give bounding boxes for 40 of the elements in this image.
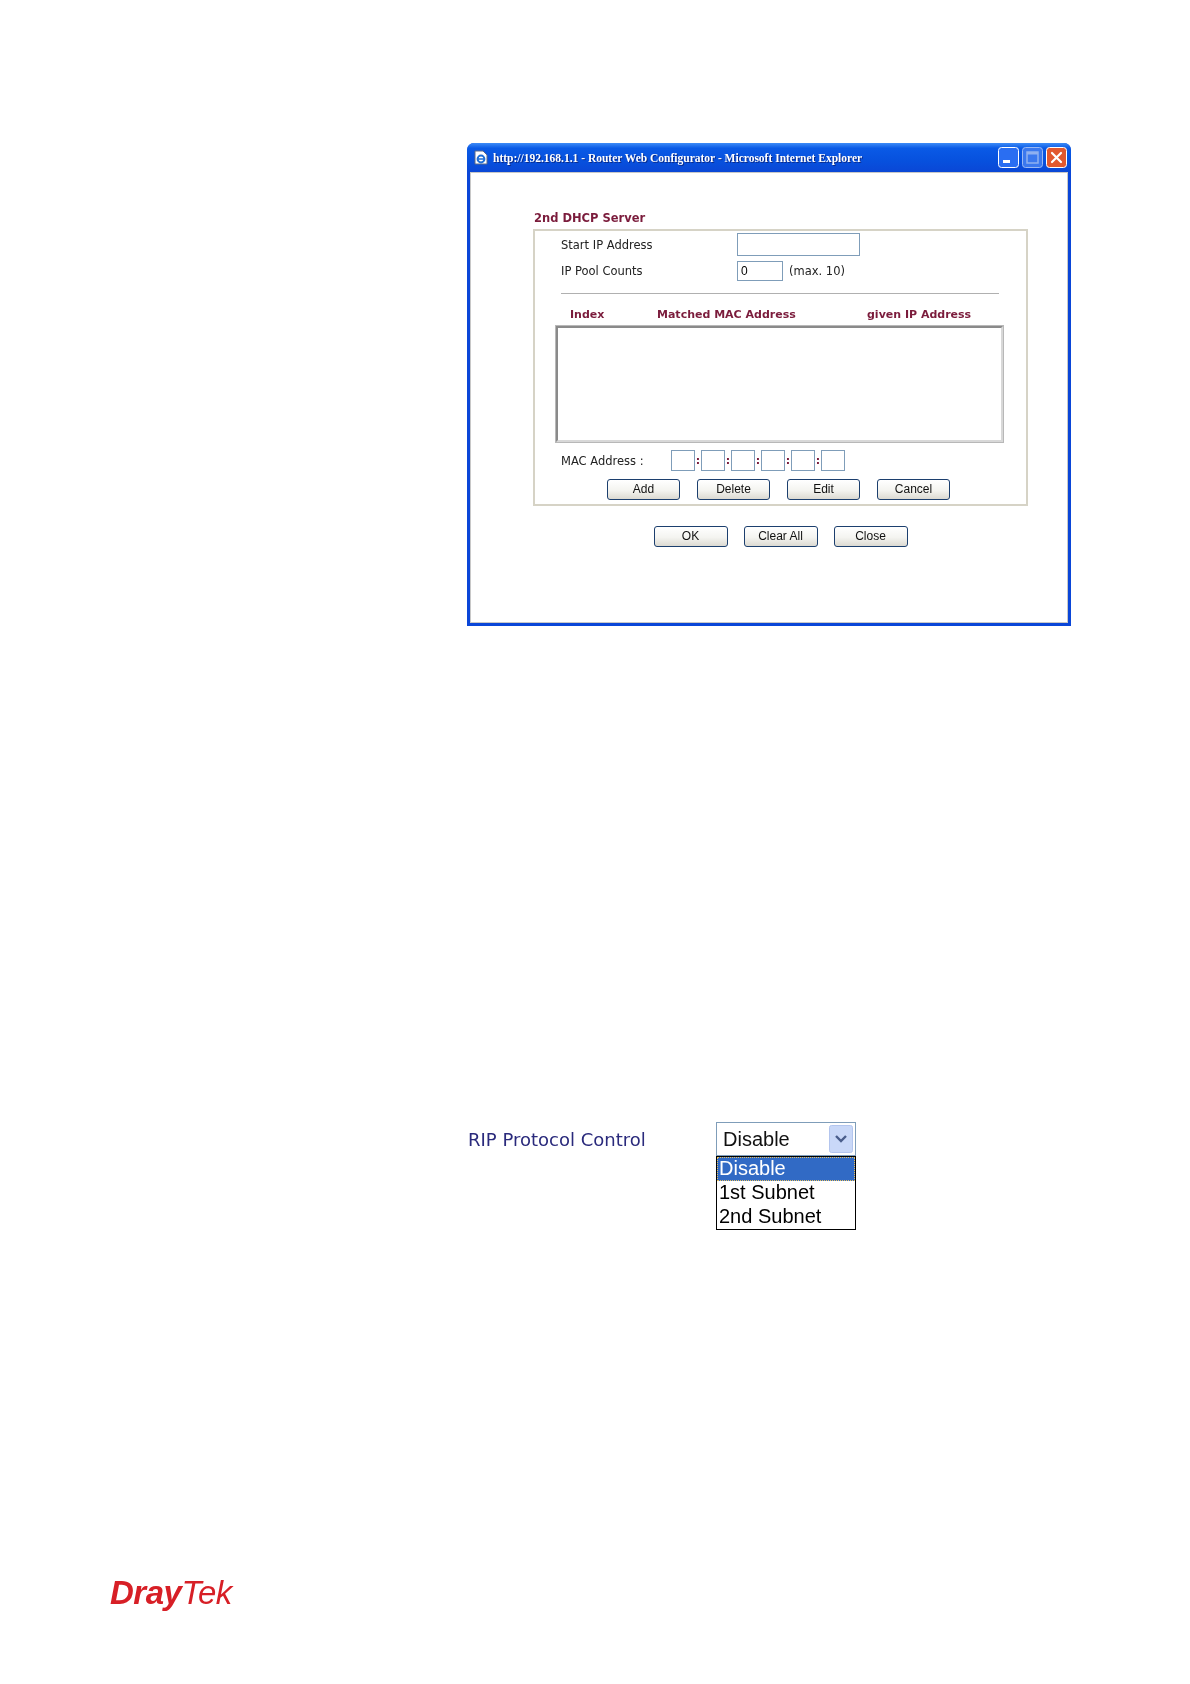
- column-header: Index: [570, 307, 606, 321]
- colon-separator: :: [755, 454, 761, 467]
- mac-octet-field[interactable]: [701, 450, 725, 471]
- mac-octet-field[interactable]: [761, 450, 785, 471]
- section-heading: 2nd DHCP Server: [534, 211, 646, 225]
- mac-list-box[interactable]: [556, 326, 1003, 442]
- ok-button[interactable]: OK: [653, 526, 728, 547]
- close-icon[interactable]: [1046, 147, 1067, 168]
- mac-octet-field[interactable]: [821, 450, 845, 471]
- minimize-icon[interactable]: [998, 147, 1019, 168]
- field-label: IP Pool Counts: [561, 264, 643, 278]
- delete-button[interactable]: Delete: [697, 479, 770, 500]
- page-icon: [474, 150, 488, 165]
- close-button[interactable]: Close: [833, 526, 908, 547]
- colon-separator: :: [785, 454, 791, 467]
- brand-logo: DrayTek: [110, 1575, 232, 1611]
- dropdown-option[interactable]: 2nd Subnet: [717, 1205, 855, 1229]
- column-header: Matched MAC Address: [657, 307, 797, 321]
- pool-count-field[interactable]: 0: [737, 261, 783, 281]
- ip-address-field[interactable]: [737, 233, 860, 256]
- field-label: MAC Address :: [561, 453, 644, 468]
- dropdown-option[interactable]: 1st Subnet: [717, 1181, 855, 1205]
- column-header: given IP Address: [867, 307, 972, 321]
- mac-octet-field[interactable]: [671, 450, 695, 471]
- setting-label: RIP Protocol Control: [468, 1128, 647, 1150]
- edit-button[interactable]: Edit: [787, 479, 860, 500]
- mac-octet-field[interactable]: [791, 450, 815, 471]
- cancel-button[interactable]: Cancel: [877, 479, 950, 500]
- mac-octet-field[interactable]: [731, 450, 755, 471]
- chevron-down-icon: [829, 1125, 853, 1153]
- colon-separator: :: [815, 454, 821, 467]
- clear-all-button[interactable]: Clear All: [743, 526, 818, 547]
- field-label: Start IP Address: [561, 237, 653, 252]
- rip-dropdown[interactable]: Disable: [716, 1122, 856, 1156]
- field-hint: (max. 10): [789, 264, 845, 278]
- dropdown-option[interactable]: Disable: [717, 1157, 855, 1181]
- colon-separator: :: [695, 454, 701, 467]
- add-button[interactable]: Add: [607, 479, 680, 500]
- window-title: http://192.168.1.1 - Router Web Configurator - Microsoft Internet Explorer: [493, 151, 864, 164]
- colon-separator: :: [725, 454, 731, 467]
